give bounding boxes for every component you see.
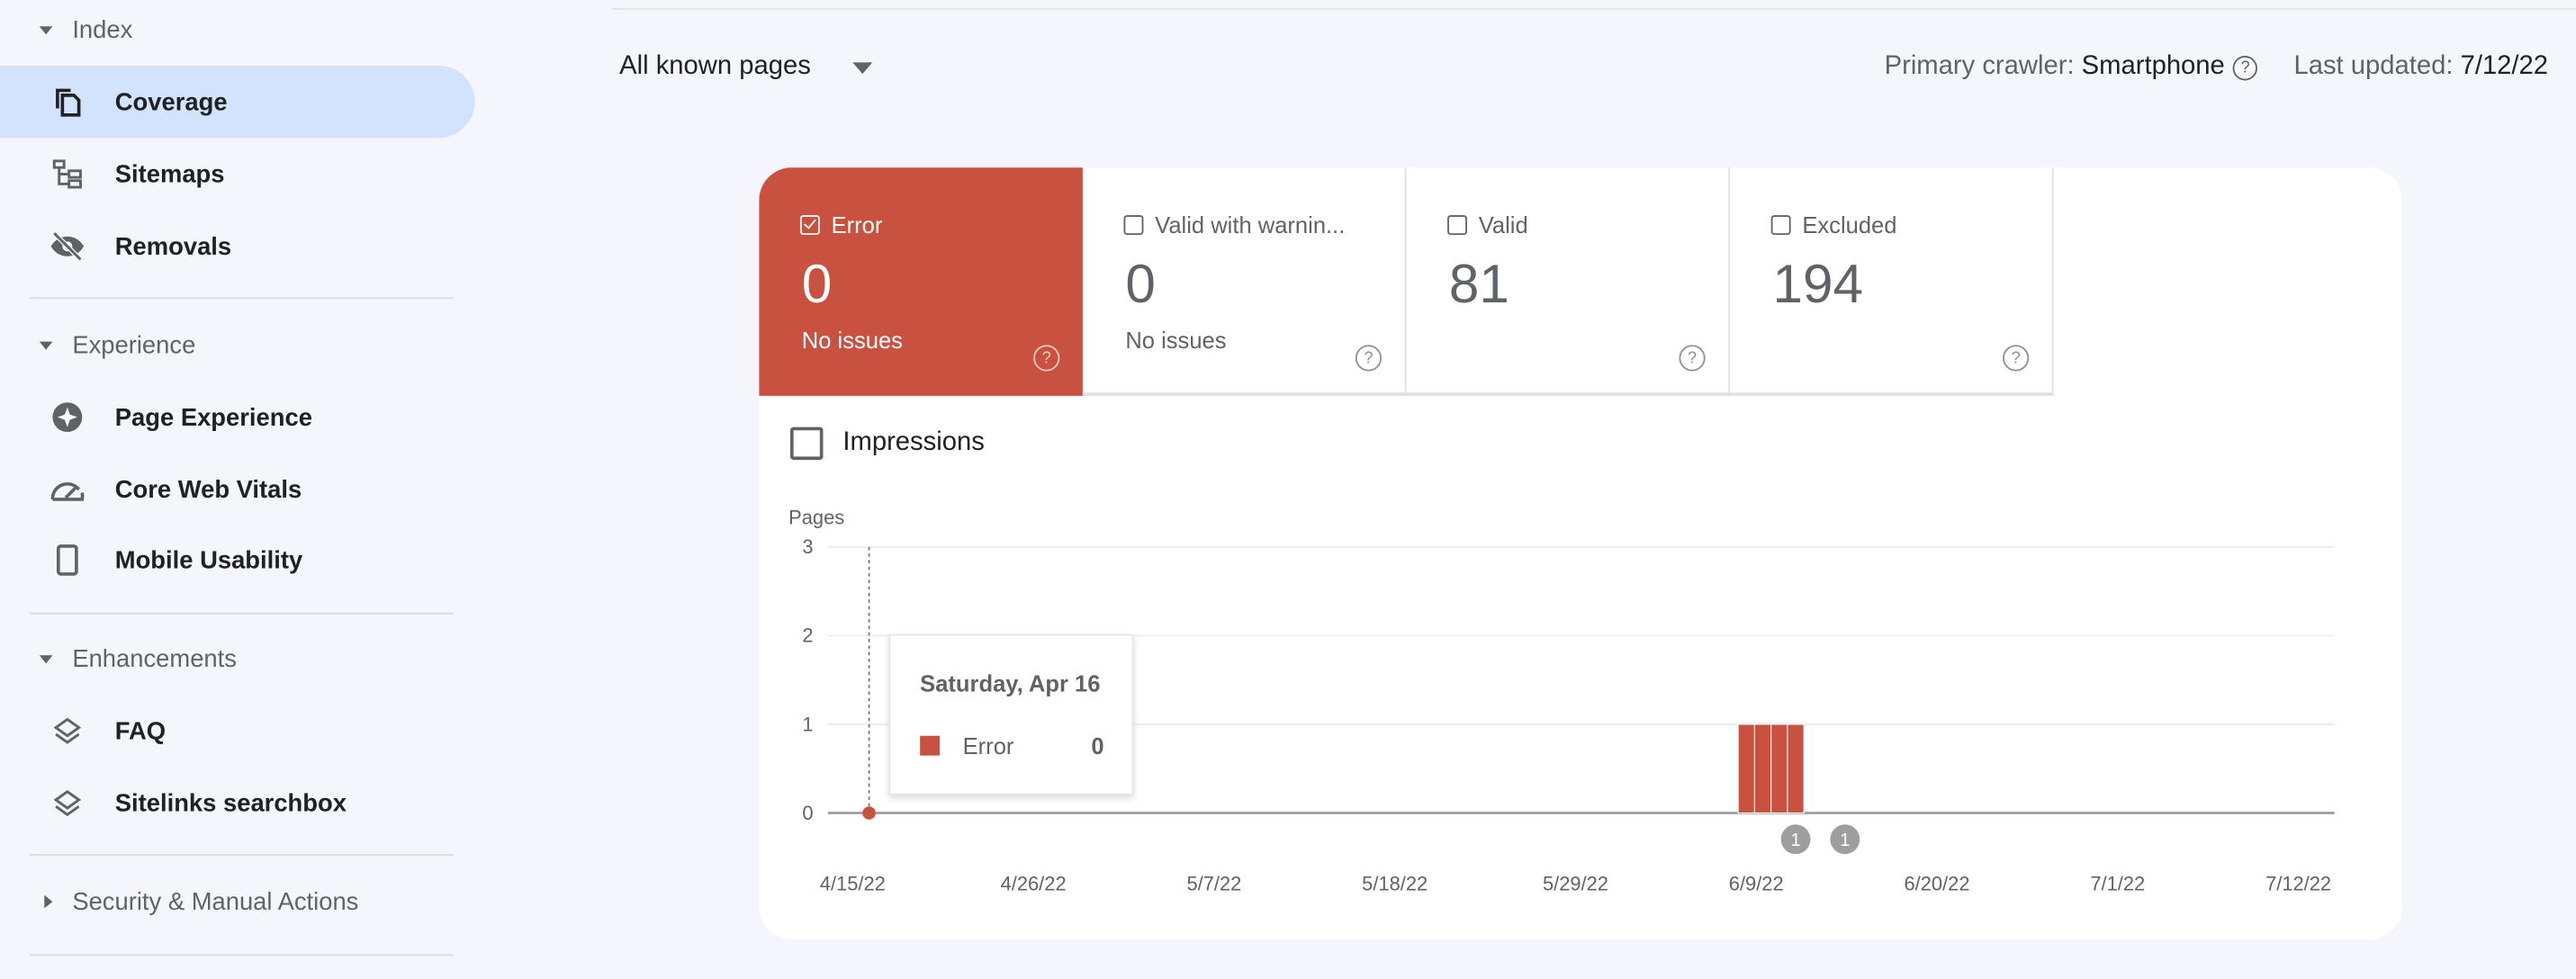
annotation-label: 1 — [1840, 831, 1850, 850]
x-tick-label: 5/7/22 — [1186, 872, 1241, 894]
bar-error — [1770, 723, 1788, 814]
x-tick-label: 7/1/22 — [2090, 872, 2145, 894]
chart-tooltip: Saturday, Apr 16 Error 0 — [888, 633, 1134, 795]
x-tick-label: 5/18/22 — [1362, 872, 1428, 894]
bar-error — [1787, 723, 1805, 814]
tooltip-series: Error — [962, 732, 1014, 759]
y-tick-label: 0 — [802, 802, 813, 824]
x-tick-label: 6/20/22 — [1905, 872, 1970, 894]
x-tick-label: 4/15/22 — [820, 872, 886, 894]
legend-swatch-error — [920, 735, 941, 756]
y-tick-label: 3 — [802, 535, 813, 558]
y-tick-label: 1 — [802, 713, 813, 735]
bar-error — [1753, 723, 1772, 814]
annotation-label: 1 — [1790, 831, 1800, 850]
y-tick-label: 2 — [802, 624, 813, 647]
highlighted-point — [862, 806, 876, 820]
x-tick-label: 4/26/22 — [1001, 872, 1067, 894]
x-tick-label: 6/9/22 — [1729, 872, 1784, 894]
coverage-chart: Pages 0 1 2 3 4/15/22 4/26/22 5/7/22 5/18/22 5/29… — [788, 506, 2335, 894]
tooltip-date: Saturday, Apr 16 — [920, 669, 1101, 696]
tooltip-value: 0 — [1091, 732, 1104, 759]
x-tick-label: 5/29/22 — [1543, 872, 1608, 894]
x-tick-label: 7/12/22 — [2265, 872, 2331, 894]
y-axis-label: Pages — [788, 506, 844, 528]
search-console-coverage: Index Coverage Sitemaps Removals Experience P… — [0, 0, 2576, 979]
bar-error — [1737, 723, 1755, 814]
